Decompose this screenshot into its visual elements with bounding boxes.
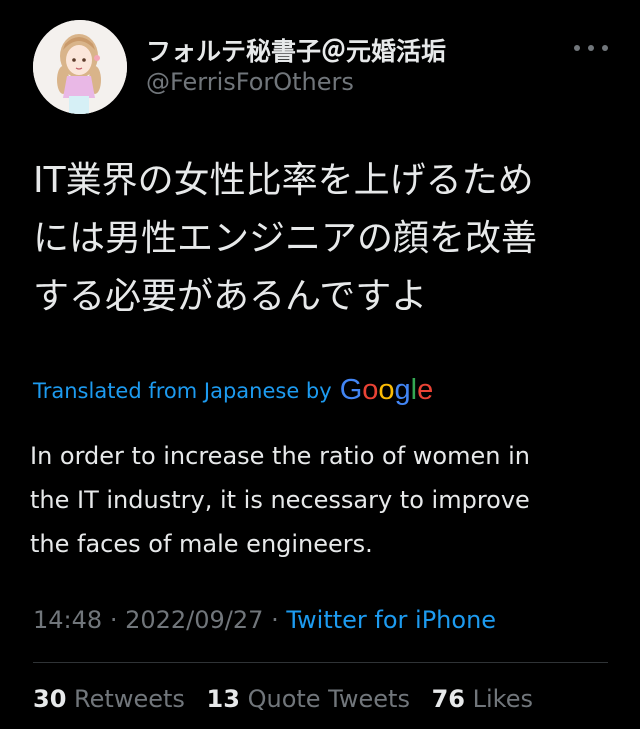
tweet-line: IT業界の女性比率を上げるため: [33, 160, 534, 201]
likes-count: 76: [431, 685, 465, 713]
translation-line: the IT industry, it is necessary to impr…: [30, 486, 530, 514]
google-logo: Google: [339, 374, 434, 406]
translation-line: In order to increase the ratio of women …: [30, 442, 530, 470]
retweets-label: Retweets: [74, 685, 185, 713]
retweets-stat[interactable]: 30 Retweets: [33, 685, 199, 713]
more-options-icon[interactable]: [574, 36, 608, 60]
tweet-line: には男性エンジニアの顔を改善: [33, 218, 538, 259]
tweet-source-link[interactable]: Twitter for iPhone: [286, 606, 496, 634]
translation-attribution[interactable]: Translated from Japanese by Google: [33, 374, 433, 407]
retweets-count: 30: [33, 685, 67, 713]
tweet-stats: 30 Retweets 13 Quote Tweets 76 Likes: [33, 685, 533, 713]
meta-separator: ·: [271, 606, 279, 634]
translation-line: the faces of male engineers.: [30, 530, 373, 558]
display-name[interactable]: フォルテ秘書子＠元婚活垢: [146, 32, 446, 68]
tweet-text: IT業界の女性比率を上げるため には男性エンジニアの顔を改善 する必要があるんで…: [33, 152, 608, 326]
translation-label: Translated from Japanese by: [33, 378, 332, 403]
divider: [33, 662, 608, 663]
translated-text: In order to increase the ratio of women …: [30, 434, 610, 566]
avatar[interactable]: [33, 20, 127, 114]
likes-stat[interactable]: 76 Likes: [432, 685, 533, 713]
quote-tweets-count: 13: [206, 685, 240, 713]
tweet-date[interactable]: 2022/09/27: [125, 606, 263, 634]
tweet-meta: 14:48 · 2022/09/27 · Twitter for iPhone: [33, 606, 496, 634]
user-handle[interactable]: @FerrisForOthers: [146, 68, 354, 96]
tweet-line: する必要があるんですよ: [33, 276, 428, 317]
likes-label: Likes: [472, 685, 533, 713]
tweet-time[interactable]: 14:48: [33, 606, 102, 634]
meta-separator: ·: [109, 606, 118, 634]
avatar-illustration-icon: [33, 20, 127, 114]
quote-tweets-stat[interactable]: 13 Quote Tweets: [207, 685, 424, 713]
quote-tweets-label: Quote Tweets: [247, 685, 410, 713]
